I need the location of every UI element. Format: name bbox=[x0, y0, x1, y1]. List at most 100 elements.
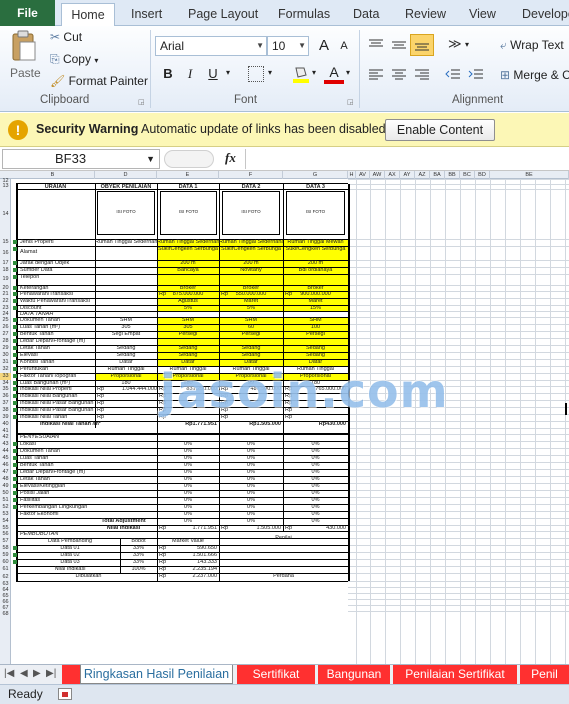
sheet-tab-bar: |◀ ◀ ▶ ▶| Ringkasan Hasil Penilaian Sert… bbox=[0, 664, 569, 684]
grow-font-button[interactable]: A bbox=[314, 36, 334, 56]
comment-marker bbox=[13, 546, 17, 550]
cut-label: Cut bbox=[63, 30, 83, 44]
chevron-down-icon[interactable]: ▾ bbox=[312, 68, 316, 77]
next-sheet-icon[interactable]: ▶ bbox=[33, 668, 41, 679]
chevron-down-icon[interactable]: ▾ bbox=[226, 68, 230, 77]
italic-button[interactable]: I bbox=[180, 64, 200, 84]
bold-button[interactable]: B bbox=[158, 64, 178, 84]
tab-file[interactable]: File bbox=[0, 0, 55, 26]
enable-content-button[interactable]: Enable Content bbox=[385, 119, 495, 141]
gridline bbox=[348, 434, 569, 435]
name-box[interactable]: BF33 ▼ bbox=[2, 149, 160, 169]
data-sumber: Bdl ordianaya bbox=[298, 267, 333, 273]
comment-marker bbox=[13, 353, 17, 357]
align-middle-icon[interactable] bbox=[391, 38, 407, 52]
comment-marker bbox=[13, 306, 17, 310]
brush-icon: 🖌 bbox=[50, 74, 66, 88]
sheet-tab-sertifikat[interactable]: Sertifikat bbox=[237, 665, 315, 684]
data-elevasi: Sedang bbox=[178, 352, 198, 358]
row-label: Peruntukan bbox=[20, 366, 49, 372]
align-top-icon[interactable] bbox=[368, 38, 384, 52]
sheet-tab-partial[interactable] bbox=[62, 665, 80, 684]
currency: Rp bbox=[97, 400, 105, 406]
chevron-down-icon[interactable]: ▾ bbox=[268, 68, 272, 77]
photo-placeholder: ISI FOTO bbox=[97, 191, 155, 235]
currency: Rp bbox=[285, 525, 293, 531]
header-data2: DATA 2 bbox=[241, 184, 261, 190]
tab-data[interactable]: Data bbox=[353, 3, 379, 26]
comment-marker bbox=[13, 505, 17, 509]
data-nilai-indikasi: 1.771.951 bbox=[192, 525, 217, 531]
sheet-tab-ringkasan[interactable]: Ringkasan Hasil Penilaian bbox=[80, 665, 233, 684]
font-launcher-icon[interactable]: ◲ bbox=[347, 98, 354, 106]
font-name-combo[interactable]: Arial ▼ bbox=[155, 36, 267, 56]
sheet-tab-bangunan[interactable]: Bangunan bbox=[318, 665, 390, 684]
tab-formulas[interactable]: Formulas bbox=[278, 3, 330, 26]
data-adjustment: 0% bbox=[311, 455, 320, 461]
status-bar: Ready bbox=[0, 684, 569, 704]
gridline bbox=[348, 476, 569, 477]
chevron-down-icon[interactable]: ▾ bbox=[465, 40, 469, 49]
comment-marker bbox=[13, 498, 17, 502]
orientation-icon[interactable]: ≫ bbox=[448, 36, 462, 52]
paste-button[interactable] bbox=[10, 30, 38, 62]
copy-button[interactable]: ⎘ Copy ▾ bbox=[50, 52, 98, 67]
align-bottom-button[interactable] bbox=[410, 34, 434, 56]
tab-home[interactable]: Home bbox=[61, 3, 115, 27]
formula-input[interactable] bbox=[245, 149, 567, 169]
penilai-label: Penilai bbox=[275, 535, 292, 541]
merge-icon: ⊞ bbox=[500, 68, 511, 82]
font-group-label: Font bbox=[234, 94, 258, 106]
underline-button[interactable]: U bbox=[203, 64, 223, 84]
chevron-down-icon[interactable]: ▾ bbox=[346, 68, 350, 77]
tab-page-layout[interactable]: Page Layout bbox=[188, 3, 258, 26]
comment-marker bbox=[13, 449, 17, 453]
row-label: Waktu Penawaran/Transaksi bbox=[20, 298, 90, 304]
comment-marker bbox=[13, 292, 17, 296]
borders-icon[interactable] bbox=[248, 66, 264, 82]
prev-sheet-icon[interactable]: ◀ bbox=[20, 668, 28, 679]
sheet-tab-penilaian-sertifikat[interactable]: Penilaian Sertifikat bbox=[393, 665, 517, 684]
fill-color-button[interactable] bbox=[292, 64, 310, 84]
font-size-combo[interactable]: 10 ▼ bbox=[267, 36, 309, 56]
align-center-icon[interactable] bbox=[391, 68, 407, 82]
cut-button[interactable]: ✂ Cut bbox=[50, 30, 82, 44]
wrap-text-button[interactable]: ⤶ Wrap Text bbox=[500, 38, 564, 53]
gridline bbox=[348, 497, 569, 498]
shrink-font-button[interactable]: A bbox=[334, 36, 354, 56]
security-warning-message: Automatic update of links has been disab… bbox=[141, 122, 386, 136]
decrease-indent-icon[interactable] bbox=[445, 68, 461, 82]
align-left-icon[interactable] bbox=[368, 68, 384, 82]
last-sheet-icon[interactable]: ▶| bbox=[46, 668, 56, 679]
sheet-tab-penil[interactable]: Penil bbox=[520, 665, 569, 684]
tab-insert[interactable]: Insert bbox=[131, 3, 162, 26]
format-painter-button[interactable]: 🖌 Format Painter bbox=[50, 74, 148, 88]
data-adjustment: 0% bbox=[184, 504, 192, 510]
worksheet-grid[interactable]: B D E F G H AV AW AX AY AZ BA BB BC BD BE 12 13 14 15 16 17 1… bbox=[0, 171, 569, 664]
objek-value: Segi Empat bbox=[111, 331, 141, 337]
pembobotan-header: Market Value bbox=[172, 538, 204, 544]
macro-record-icon[interactable] bbox=[58, 688, 72, 700]
gridline bbox=[348, 338, 569, 339]
merge-center-button[interactable]: ⊞ Merge & C bbox=[500, 68, 569, 82]
clipboard-launcher-icon[interactable]: ◲ bbox=[138, 98, 145, 106]
paste-label[interactable]: Paste bbox=[10, 66, 41, 80]
gridline bbox=[348, 611, 569, 612]
formula-bar-expand-handle[interactable] bbox=[164, 150, 214, 168]
data-adjustment: 0% bbox=[311, 483, 320, 489]
tab-developer[interactable]: Develope bbox=[522, 3, 569, 26]
comment-marker bbox=[13, 470, 17, 474]
header-data3: DATA 3 bbox=[306, 184, 325, 190]
comment-marker bbox=[13, 247, 17, 251]
font-color-button[interactable]: A bbox=[324, 62, 344, 84]
insert-function-icon[interactable]: fx bbox=[225, 150, 236, 166]
align-right-icon[interactable] bbox=[414, 68, 430, 82]
market-value: 1.501.666 bbox=[192, 552, 217, 558]
tab-view[interactable]: View bbox=[469, 3, 496, 26]
comment-marker bbox=[13, 560, 17, 564]
photo-placeholder: ISI FOTO bbox=[286, 191, 345, 235]
increase-indent-icon[interactable] bbox=[468, 68, 484, 82]
tab-review[interactable]: Review bbox=[405, 3, 446, 26]
first-sheet-icon[interactable]: |◀ bbox=[4, 668, 14, 679]
row-label: Kondisi Tanah bbox=[20, 359, 55, 365]
